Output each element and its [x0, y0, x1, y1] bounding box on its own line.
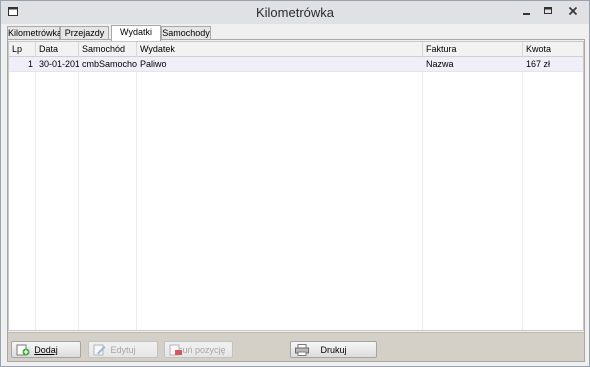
table-row[interactable]: 1 30-01-201 cmbSamochod Paliwo Nazwa 167…: [9, 57, 583, 72]
window-title: Kilometrówka: [255, 5, 335, 20]
minimize-button[interactable]: [517, 4, 537, 18]
add-button[interactable]: Dodaj: [11, 341, 81, 358]
edit-icon: [93, 344, 106, 355]
tab-kilometrowka[interactable]: Kilometrówka: [7, 26, 62, 39]
column-header-samochod[interactable]: Samochód: [79, 42, 137, 57]
column-divider: [136, 72, 137, 330]
edit-button[interactable]: Edytuj: [88, 341, 158, 358]
delete-icon: [169, 344, 182, 355]
close-icon: [568, 6, 578, 16]
table-header: Lp Data Samochód Wydatek Faktura Kwota: [9, 42, 583, 57]
column-divider: [522, 72, 523, 330]
column-divider: [35, 72, 36, 330]
print-button[interactable]: Drukuj: [290, 341, 377, 358]
expenses-table[interactable]: Lp Data Samochód Wydatek Faktura Kwota 1…: [8, 41, 584, 331]
cell-faktura: Nazwa: [426, 59, 454, 69]
column-divider: [422, 72, 423, 330]
column-header-lp[interactable]: Lp: [9, 42, 36, 57]
tab-przejazdy[interactable]: Przejazdy: [60, 26, 109, 39]
add-icon: [16, 344, 30, 355]
app-window: Kilometrówka Kilometrówka Przejazdy Wyda…: [0, 0, 590, 367]
column-header-faktura[interactable]: Faktura: [423, 42, 523, 57]
cell-kwota: 167 zł: [526, 59, 551, 69]
column-header-wydatek[interactable]: Wydatek: [137, 42, 423, 57]
delete-button[interactable]: Usuń pozycję: [164, 341, 233, 358]
minimize-icon: [523, 13, 530, 15]
title-bar[interactable]: Kilometrówka: [1, 1, 589, 24]
tab-samochody[interactable]: Samochody: [161, 26, 211, 39]
column-header-data[interactable]: Data: [36, 42, 79, 57]
column-divider: [78, 72, 79, 330]
maximize-button[interactable]: [538, 4, 558, 18]
cell-samochod: cmbSamochod: [82, 59, 137, 69]
cell-wydatek: Paliwo: [140, 59, 167, 69]
tab-wydatki[interactable]: Wydatki: [111, 25, 161, 41]
close-button[interactable]: [559, 4, 587, 18]
cell-lp: 1: [27, 59, 33, 69]
cell-data: 30-01-201: [39, 59, 79, 69]
column-header-kwota[interactable]: Kwota: [523, 42, 583, 57]
print-icon: [295, 343, 309, 356]
maximize-icon: [544, 7, 552, 14]
